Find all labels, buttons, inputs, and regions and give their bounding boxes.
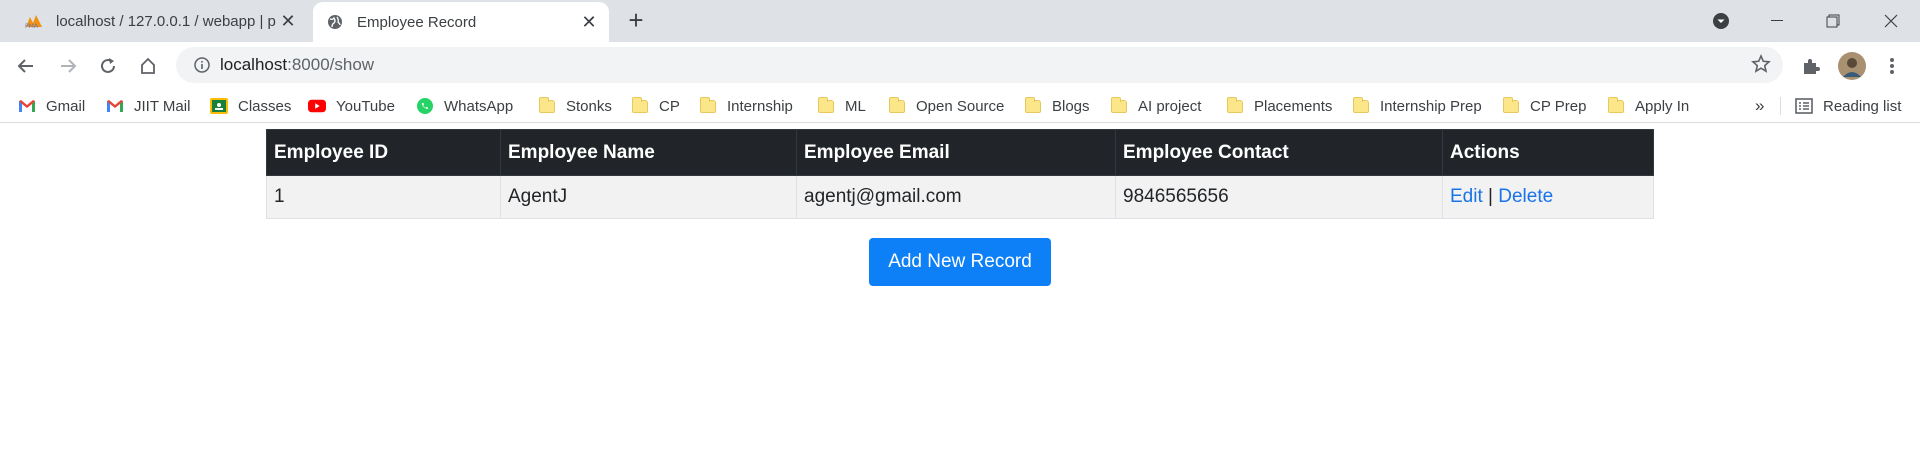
bookmark-internship-prep[interactable]: Internship Prep <box>1352 94 1482 118</box>
tab-phpmyadmin[interactable]: PMA localhost / 127.0.0.1 / webapp | p ✕ <box>0 0 308 42</box>
tab-title: Employee Record <box>357 13 477 31</box>
bookmark-gmail[interactable]: Gmail <box>18 94 85 118</box>
cell-actions: Edit | Delete <box>1442 175 1654 219</box>
close-tab-icon[interactable]: ✕ <box>276 9 300 33</box>
delete-link[interactable]: Delete <box>1498 186 1553 207</box>
forward-button[interactable] <box>52 50 84 82</box>
new-tab-button[interactable]: + <box>622 5 650 35</box>
column-header-email: Employee Email <box>796 129 1116 176</box>
cell-employee-id: 1 <box>266 175 501 219</box>
bookmarks-bar: Gmail JIIT Mail Classes YouTube WhatsApp… <box>0 89 1920 123</box>
tab-strip: PMA localhost / 127.0.0.1 / webapp | p ✕… <box>0 0 1920 42</box>
menu-kebab-icon[interactable] <box>1876 50 1908 82</box>
bookmark-placements[interactable]: Placements <box>1226 94 1332 118</box>
column-header-actions: Actions <box>1442 129 1654 176</box>
folder-icon <box>1110 96 1128 115</box>
column-header-id: Employee ID <box>266 129 501 176</box>
cell-employee-name: AgentJ <box>500 175 797 219</box>
column-header-name: Employee Name <box>500 129 797 176</box>
employee-table: Employee ID Employee Name Employee Email… <box>266 129 1654 219</box>
edit-link[interactable]: Edit <box>1450 186 1483 207</box>
bookmark-apply-in[interactable]: Apply In <box>1607 94 1689 118</box>
reading-list-icon <box>1795 97 1813 115</box>
table-row: 1 AgentJ agentj@gmail.com 9846565656 Edi… <box>266 175 1654 219</box>
table-header-row: Employee ID Employee Name Employee Email… <box>266 129 1654 176</box>
bookmark-classes[interactable]: Classes <box>210 94 291 118</box>
bookmark-open-source[interactable]: Open Source <box>888 94 1004 118</box>
action-separator: | <box>1488 186 1493 207</box>
reload-button[interactable] <box>92 50 124 82</box>
bookmark-whatsapp[interactable]: WhatsApp <box>416 94 513 118</box>
bookmarks-overflow-button[interactable]: » <box>1755 94 1764 118</box>
folder-icon <box>1502 96 1520 115</box>
bookmark-youtube[interactable]: YouTube <box>308 94 395 118</box>
gmail-icon <box>18 97 36 115</box>
bookmark-blogs[interactable]: Blogs <box>1024 94 1090 118</box>
minimize-button[interactable] <box>1754 0 1800 42</box>
restore-button[interactable] <box>1810 0 1856 42</box>
gmail-icon <box>106 97 124 115</box>
folder-icon <box>538 96 556 115</box>
bookmark-star-icon[interactable] <box>1751 53 1771 79</box>
classroom-icon <box>210 97 228 115</box>
folder-icon <box>1352 96 1370 115</box>
avatar[interactable] <box>1836 50 1868 82</box>
bookmark-internship[interactable]: Internship <box>699 94 793 118</box>
browser-toolbar: localhost:8000/show <box>0 42 1920 89</box>
close-window-button[interactable] <box>1868 0 1914 42</box>
folder-icon <box>631 96 649 115</box>
cell-employee-contact: 9846565656 <box>1115 175 1443 219</box>
whatsapp-icon <box>416 97 434 115</box>
folder-icon <box>1607 96 1625 115</box>
phpmyadmin-icon: PMA <box>24 11 44 31</box>
cell-employee-email: agentj@gmail.com <box>796 175 1116 219</box>
folder-icon <box>817 96 835 115</box>
tab-employee-record[interactable]: Employee Record ✕ <box>313 2 609 42</box>
bookmark-stonks[interactable]: Stonks <box>538 94 612 118</box>
home-button[interactable] <box>132 50 164 82</box>
column-header-contact: Employee Contact <box>1115 129 1443 176</box>
youtube-icon <box>308 97 326 115</box>
bookmark-jiit-mail[interactable]: JIIT Mail <box>106 94 190 118</box>
folder-icon <box>1024 96 1042 115</box>
add-new-record-button[interactable]: Add New Record <box>869 238 1051 286</box>
bookmark-ml[interactable]: ML <box>817 94 866 118</box>
bookmark-cp[interactable]: CP <box>631 94 680 118</box>
address-bar[interactable]: localhost:8000/show <box>176 47 1783 83</box>
bookmark-cp-prep[interactable]: CP Prep <box>1502 94 1586 118</box>
url-text: localhost:8000/show <box>220 55 375 74</box>
back-button[interactable] <box>10 50 42 82</box>
site-info-icon[interactable] <box>184 57 220 73</box>
folder-icon <box>1226 96 1244 115</box>
tab-search-icon[interactable] <box>1698 0 1744 42</box>
folder-icon <box>699 96 717 115</box>
extensions-icon[interactable] <box>1795 50 1827 82</box>
close-tab-icon[interactable]: ✕ <box>577 10 601 34</box>
reading-list-button[interactable]: Reading list <box>1795 94 1901 118</box>
bookmarks-divider <box>1780 97 1781 115</box>
svg-text:PMA: PMA <box>25 23 39 29</box>
bookmark-ai-project[interactable]: AI project <box>1110 94 1201 118</box>
globe-icon <box>325 12 345 32</box>
tab-title: localhost / 127.0.0.1 / webapp | p <box>56 12 276 30</box>
folder-icon <box>888 96 906 115</box>
